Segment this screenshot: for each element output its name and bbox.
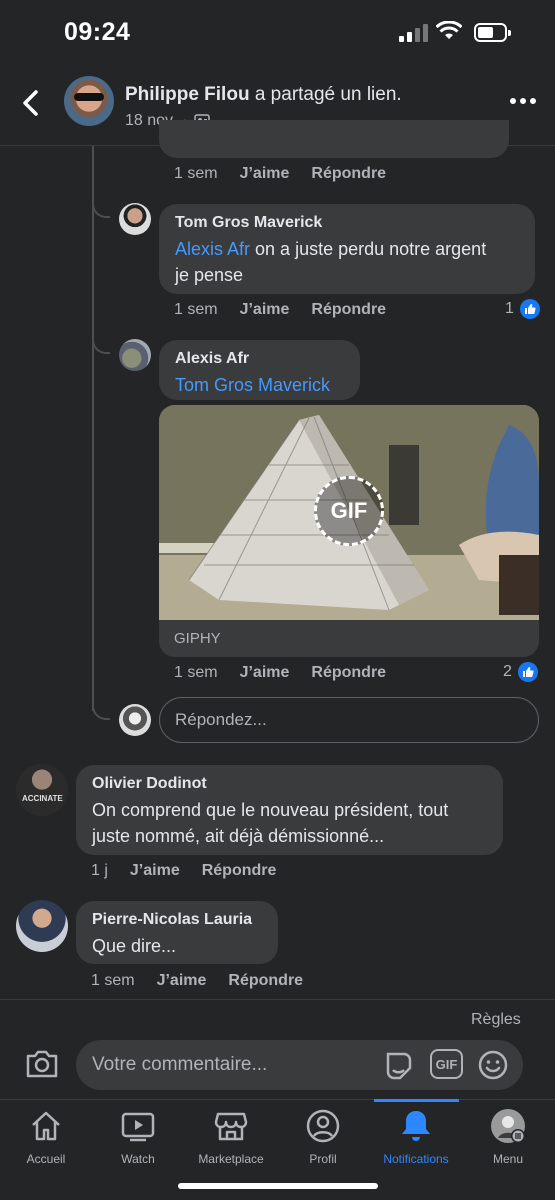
comment-bubble: Olivier Dodinot On comprend que le nouve… (76, 765, 503, 855)
camera-icon[interactable] (24, 1048, 60, 1080)
battery-icon (474, 23, 511, 42)
reaction-count: 1 (505, 300, 514, 317)
like-button[interactable]: J’aime (157, 972, 207, 990)
tab-profile[interactable]: Profil (277, 1108, 369, 1166)
comment-author[interactable]: Olivier Dodinot (92, 775, 487, 793)
reply-button[interactable]: Répondre (202, 862, 277, 880)
tab-label: Marketplace (198, 1152, 264, 1166)
mention-link[interactable]: Tom Gros Maverick (175, 375, 330, 395)
like-button[interactable]: J’aime (240, 165, 290, 183)
reaction-count: 2 (503, 663, 512, 680)
menu-avatar-icon (491, 1109, 525, 1143)
avatar-shirt-text: ACCINATE (22, 794, 63, 803)
comment-text: On comprend que le nouveau président, to… (92, 800, 449, 846)
tab-marketplace[interactable]: Marketplace (185, 1108, 277, 1166)
thumbs-up-icon (517, 662, 538, 682)
comment-time: 1 j (91, 862, 108, 879)
reply-button[interactable]: Répondre (311, 664, 386, 682)
thread-connector (92, 326, 110, 354)
marketplace-icon (214, 1112, 248, 1141)
reply-button[interactable]: Répondre (311, 165, 386, 183)
comment-actions: 1 sem J’aime Répondre (91, 972, 303, 990)
comment-actions: 1 sem J’aime Répondre (174, 664, 386, 682)
commenter-avatar[interactable]: ACCINATE (16, 764, 68, 816)
author-avatar[interactable] (64, 76, 114, 126)
tab-menu[interactable]: Menu (462, 1108, 554, 1166)
reply-button[interactable]: Répondre (311, 301, 386, 319)
bell-icon (402, 1111, 430, 1141)
gif-button[interactable]: GIF (430, 1049, 463, 1079)
comment-bubble: Tom Gros Maverick Alexis Afr on a juste … (159, 204, 535, 294)
thread-connector (92, 190, 110, 218)
cellular-signal-icon (399, 24, 429, 42)
profile-icon (306, 1109, 340, 1143)
comment-bubble: Pierre-Nicolas Lauria Que dire... (76, 901, 278, 964)
rules-link[interactable]: Règles (471, 1011, 521, 1029)
tab-label: Profil (309, 1152, 337, 1166)
comment-input-placeholder[interactable]: Votre commentaire... (92, 1054, 267, 1076)
comment-actions: 1 sem J’aime Répondre (174, 301, 386, 319)
sticker-icon[interactable] (382, 1048, 416, 1082)
watch-icon (121, 1112, 155, 1142)
tab-label: Watch (121, 1152, 155, 1166)
back-button[interactable] (18, 88, 46, 118)
status-time: 09:24 (64, 18, 131, 46)
current-user-avatar (119, 704, 151, 736)
share-action-text: a partagé un lien. (249, 84, 402, 105)
gif-preview[interactable]: GIF (159, 405, 539, 620)
tab-home[interactable]: Accueil (0, 1108, 92, 1166)
commenter-avatar[interactable] (119, 339, 151, 371)
mention-link[interactable]: Alexis Afr (175, 239, 250, 259)
reaction-summary[interactable]: 2 (503, 662, 538, 682)
commenter-avatar[interactable] (16, 900, 68, 952)
thread-connector (92, 690, 110, 720)
tab-notifications[interactable]: Notifications (370, 1108, 462, 1166)
active-tab-indicator (374, 1099, 459, 1102)
thumbs-up-icon (519, 299, 540, 319)
comment-author[interactable]: Alexis Afr (175, 350, 344, 368)
comment-text: Alexis Afr on a juste perdu notre argent… (175, 239, 487, 285)
wifi-icon (436, 21, 462, 39)
author-name[interactable]: Philippe Filou (125, 84, 250, 105)
tab-watch[interactable]: Watch (92, 1108, 184, 1166)
comment-time: 1 sem (91, 972, 135, 989)
gif-source-label: GIPHY (174, 630, 221, 647)
comment-author[interactable]: Pierre-Nicolas Lauria (92, 911, 262, 929)
comment-time: 1 sem (174, 165, 218, 182)
comment-time: 1 sem (174, 301, 218, 318)
comment-time: 1 sem (174, 664, 218, 681)
tab-label: Notifications (383, 1152, 449, 1166)
commenter-avatar[interactable] (119, 203, 151, 235)
reply-button[interactable]: Répondre (228, 972, 303, 990)
tab-label: Menu (492, 1152, 524, 1166)
post-header-title[interactable]: Philippe Filou a partagé un lien. (125, 84, 402, 106)
gif-attachment[interactable]: GIF GIPHY (159, 405, 539, 657)
tab-label: Accueil (26, 1152, 66, 1166)
home-icon (32, 1111, 60, 1141)
home-indicator[interactable] (178, 1183, 378, 1189)
comment-author[interactable]: Tom Gros Maverick (175, 214, 519, 232)
thread-line (92, 146, 94, 711)
reply-input[interactable]: Répondez... (159, 697, 539, 743)
comment-actions: 1 sem J’aime Répondre (174, 165, 386, 183)
comment-bubble: Alexis Afr Tom Gros Maverick (159, 340, 360, 400)
comment-actions: 1 j J’aime Répondre (91, 862, 276, 880)
like-button[interactable]: J’aime (240, 301, 290, 319)
reaction-summary[interactable]: 1 (505, 299, 540, 319)
like-button[interactable]: J’aime (240, 664, 290, 682)
gif-play-badge[interactable]: GIF (314, 476, 384, 546)
comment-text: Tom Gros Maverick (175, 372, 344, 398)
comment-bubble (159, 120, 509, 158)
like-button[interactable]: J’aime (130, 862, 180, 880)
more-options-button[interactable] (510, 98, 536, 106)
emoji-icon[interactable] (476, 1048, 510, 1082)
comment-text: Que dire... (92, 936, 177, 956)
